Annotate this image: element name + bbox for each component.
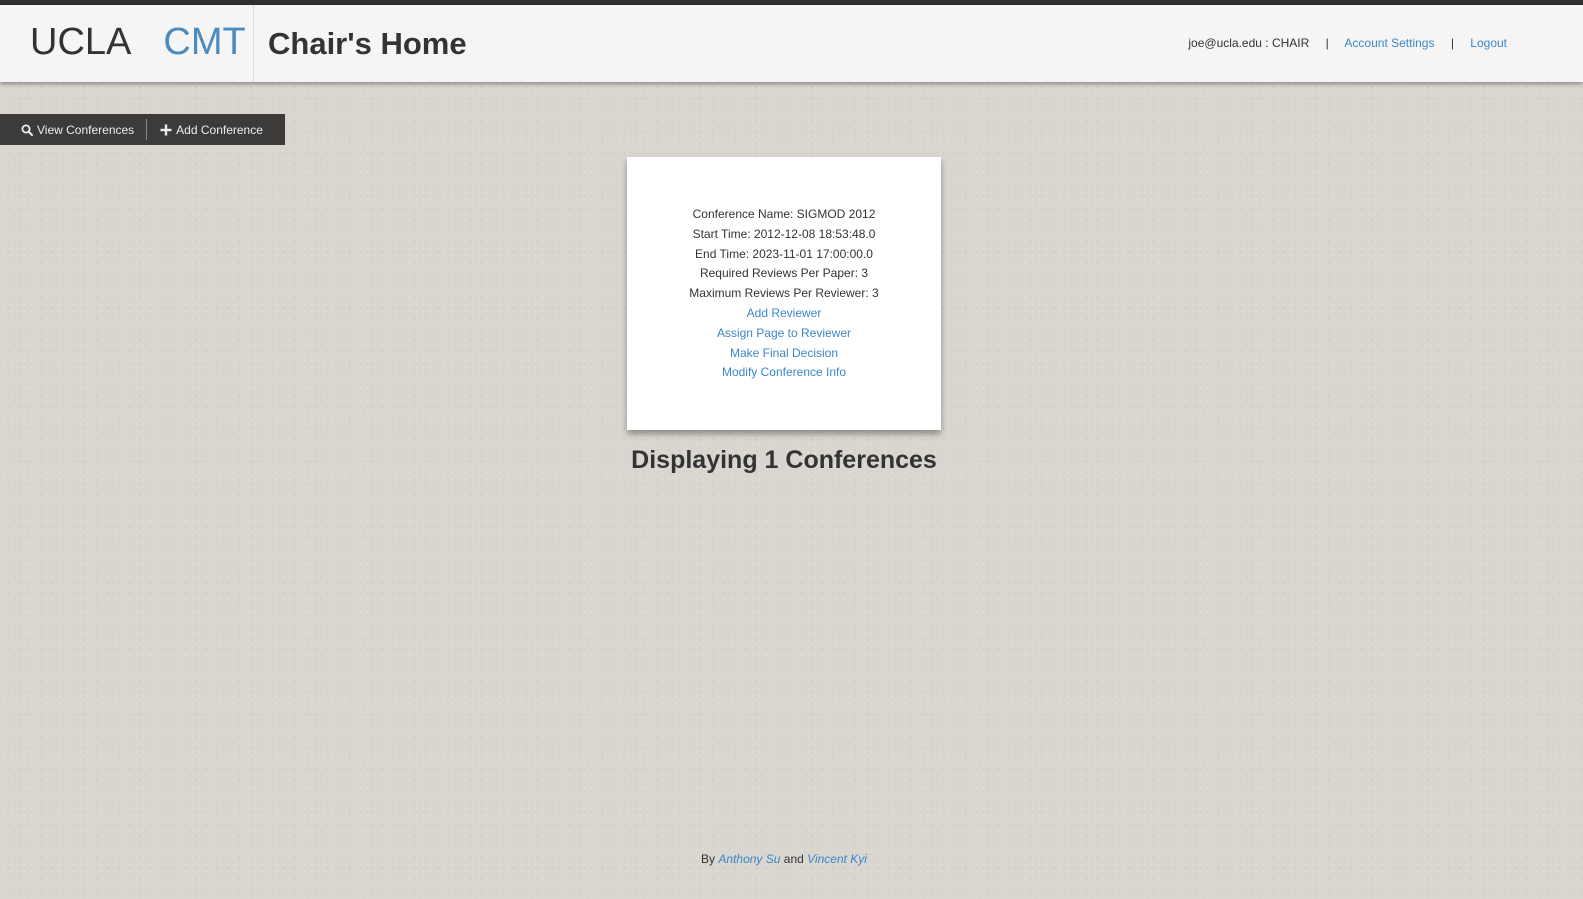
add-conference-label: Add Conference [176,122,263,137]
search-icon [21,124,33,136]
start-time: Start Time: 2012-12-08 18:53:48.0 [692,226,876,241]
display-count-heading: Displaying 1 Conferences [631,446,937,474]
page-title: Chair's Home [268,26,467,61]
view-conferences-button[interactable]: View Conferences [0,114,146,145]
brand-cmt: CMT [163,21,246,63]
conference-details: Conference Name: SIGMOD 2012 Start Time:… [627,205,941,383]
account-settings-link[interactable]: Account Settings [1344,36,1434,50]
end-time: End Time: 2023-11-01 17:00:00.0 [695,246,873,261]
author-link-vincent[interactable]: Vincent Kyi [807,852,867,866]
author-link-anthony[interactable]: Anthony Su [718,852,780,866]
assign-page-link[interactable]: Assign Page to Reviewer [627,324,941,344]
required-reviews: Required Reviews Per Paper: 3 [699,266,869,281]
add-reviewer-link[interactable]: Add Reviewer [627,304,941,324]
header-bar: UCLA CMT Chair's Home joe@ucla.edu : CHAI… [0,5,1583,82]
max-reviews: Maximum Reviews Per Reviewer: 3 [689,286,879,301]
conference-toolbar: View Conferences Add Conference [0,114,285,145]
final-decision-link[interactable]: Make Final Decision [627,344,941,364]
separator: | [1325,36,1329,50]
separator: | [1450,36,1454,50]
footer-and: and [783,852,804,866]
view-conferences-label: View Conferences [37,122,135,137]
modify-info-link[interactable]: Modify Conference Info [627,363,941,383]
user-area: joe@ucla.edu : CHAIR | Account Settings … [1188,36,1507,50]
footer-by: By [701,852,716,866]
add-conference-button[interactable]: Add Conference [147,114,263,145]
conference-name: Conference Name: SIGMOD 2012 [692,207,876,221]
header-divider [253,5,254,82]
plus-icon [160,124,172,136]
conference-card: Conference Name: SIGMOD 2012 Start Time:… [627,157,941,430]
logout-link[interactable]: Logout [1470,36,1507,50]
footer: By Anthony Su and Vincent Kyi [0,852,1568,866]
brand-ucla: UCLA [30,21,132,63]
user-label: joe@ucla.edu : CHAIR [1188,36,1310,50]
brand-logo[interactable]: UCLA CMT [30,20,246,64]
